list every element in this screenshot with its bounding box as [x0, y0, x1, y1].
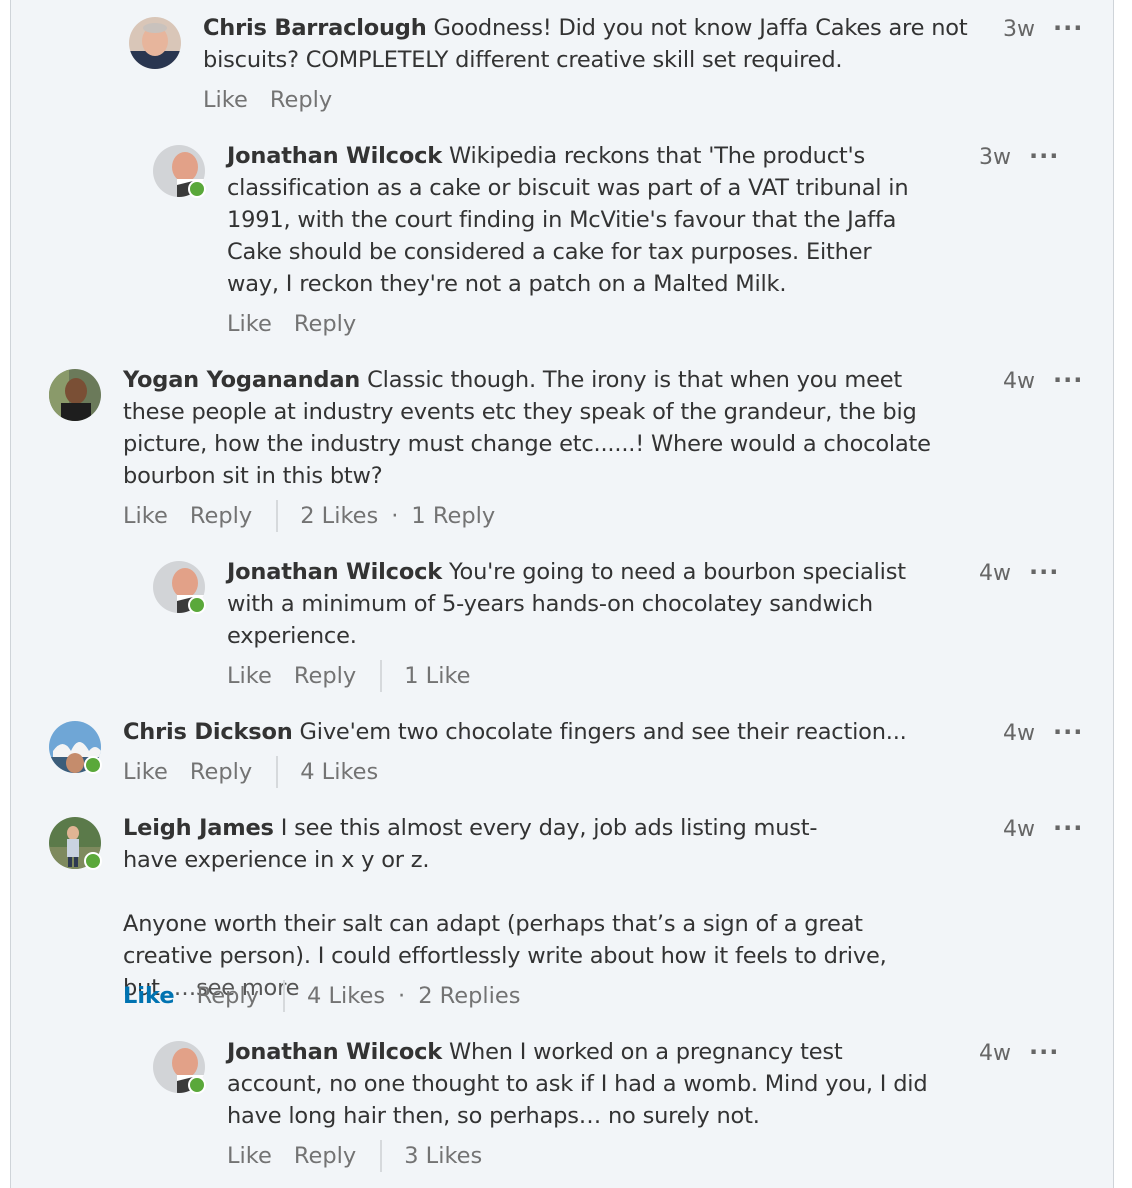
like-button[interactable]: Like	[227, 660, 272, 692]
comment-actions: Like Reply	[227, 308, 378, 340]
replies-count[interactable]: 1 Reply	[411, 500, 495, 532]
separator-dot: ·	[391, 503, 399, 529]
comment-actions: Like Reply	[203, 84, 354, 116]
comment-actions: Like Reply 2 Likes · 1 Reply	[123, 500, 495, 532]
comment-author[interactable]: Leigh James	[123, 815, 274, 841]
reply-button[interactable]: Reply	[190, 756, 252, 788]
comment-author[interactable]: Chris Dickson	[123, 719, 293, 745]
likes-count[interactable]: 2 Likes	[300, 500, 378, 532]
like-button[interactable]: Like	[123, 756, 168, 788]
like-button[interactable]: Like	[227, 1140, 272, 1172]
online-status-icon	[188, 596, 206, 614]
comment-author[interactable]: Yogan Yoganandan	[123, 367, 360, 393]
comment-text: Give'em two chocolate fingers and see th…	[299, 719, 907, 745]
more-options-icon[interactable]: ···	[1053, 720, 1083, 744]
comment-body: Jonathan Wilcock When I worked on a pregn…	[227, 1036, 937, 1132]
like-button[interactable]: Like	[227, 308, 272, 340]
more-options-icon[interactable]: ···	[1053, 16, 1083, 40]
more-options-icon[interactable]: ···	[1029, 560, 1059, 584]
likes-count[interactable]: 4 Likes	[307, 980, 385, 1012]
separator-dot: ·	[398, 983, 406, 1009]
online-status-icon	[84, 756, 102, 774]
comment-body: Yogan Yoganandan Classic though. The iron…	[123, 364, 953, 492]
divider	[283, 980, 285, 1012]
comment-time: 4w	[1003, 369, 1035, 394]
like-button[interactable]: Like	[203, 84, 248, 116]
replies-count[interactable]: 2 Replies	[418, 980, 520, 1012]
reply-button[interactable]: Reply	[190, 500, 252, 532]
more-options-icon[interactable]: ···	[1053, 368, 1083, 392]
online-status-icon	[188, 1076, 206, 1094]
divider	[276, 756, 279, 788]
comment-body: Jonathan Wilcock Wikipedia reckons that '…	[227, 140, 927, 300]
comment-time: 3w	[1003, 17, 1035, 42]
comment-body: Chris Dickson Give'em two chocolate finge…	[123, 716, 983, 748]
comment-author[interactable]: Jonathan Wilcock	[227, 559, 442, 585]
divider	[380, 1140, 383, 1172]
comment-actions: Like Reply 3 Likes	[227, 1140, 482, 1172]
likes-count[interactable]: 3 Likes	[404, 1140, 482, 1172]
like-button[interactable]: Like	[123, 980, 175, 1012]
comment-actions: Like Reply 4 Likes · 2 Replies	[123, 980, 521, 1012]
comment-time: 4w	[1003, 721, 1035, 746]
comment-time: 3w	[979, 145, 1011, 170]
online-status-icon	[188, 180, 206, 198]
comment-author[interactable]: Jonathan Wilcock	[227, 1039, 442, 1065]
more-options-icon[interactable]: ···	[1029, 144, 1059, 168]
comment-author[interactable]: Chris Barraclough	[203, 15, 427, 41]
more-options-icon[interactable]: ···	[1053, 816, 1083, 840]
likes-count[interactable]: 1 Like	[404, 660, 470, 692]
comment-body: Chris Barraclough Goodness! Did you not k…	[203, 12, 973, 76]
divider	[380, 660, 383, 692]
avatar[interactable]	[129, 17, 181, 69]
reply-button[interactable]: Reply	[294, 308, 356, 340]
likes-count[interactable]: 4 Likes	[300, 756, 378, 788]
more-options-icon[interactable]: ···	[1029, 1040, 1059, 1064]
reply-button[interactable]: Reply	[270, 84, 332, 116]
comment-actions: Like Reply 1 Like	[227, 660, 471, 692]
avatar[interactable]	[49, 369, 101, 421]
like-button[interactable]: Like	[123, 500, 168, 532]
comment-author[interactable]: Jonathan Wilcock	[227, 143, 442, 169]
reply-button[interactable]: Reply	[294, 1140, 356, 1172]
comment-body: Leigh James I see this almost every day, …	[123, 812, 853, 876]
reply-button[interactable]: Reply	[197, 980, 259, 1012]
comment-time: 4w	[979, 1041, 1011, 1066]
comment-time: 4w	[1003, 817, 1035, 842]
comment-time: 4w	[979, 561, 1011, 586]
comment-actions: Like Reply 4 Likes	[123, 756, 378, 788]
divider	[276, 500, 279, 532]
comment-body: Jonathan Wilcock You're going to need a b…	[227, 556, 907, 652]
reply-button[interactable]: Reply	[294, 660, 356, 692]
online-status-icon	[84, 852, 102, 870]
